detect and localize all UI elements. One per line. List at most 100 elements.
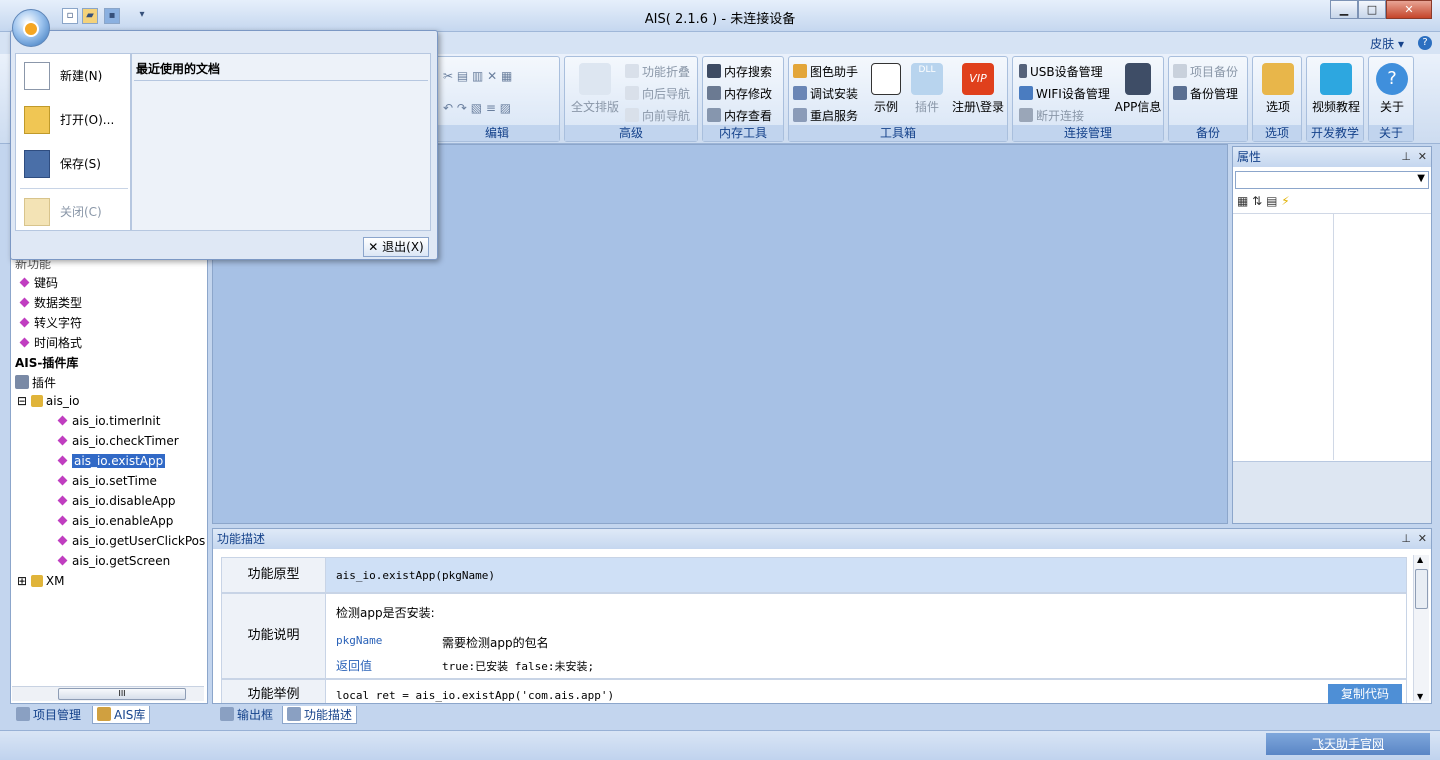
plugin-node-icon <box>30 395 43 407</box>
pin-icon[interactable]: ⊥ <box>1401 529 1411 549</box>
memory-modify-button[interactable]: 内存修改 <box>707 85 772 102</box>
desc-vertical-scrollbar[interactable]: ▲ ▼ <box>1413 555 1429 701</box>
memory-modify-icon <box>707 86 721 100</box>
diamond-icon <box>57 455 68 466</box>
pin-icon[interactable]: ⊥ <box>1401 147 1411 167</box>
debug-install-button[interactable]: 调试安装 <box>793 85 858 102</box>
explain-row: 功能说明 检测app是否安装: pkgName 需要检测app的包名 返回值 t… <box>221 593 1407 679</box>
tree-item[interactable]: ais_io.checkTimer <box>57 434 179 448</box>
scroll-down-icon[interactable]: ▼ <box>1417 692 1423 701</box>
video-tutorial-button[interactable]: 视频教程 <box>1309 63 1363 115</box>
status-bar: 飞天助手官网 <box>0 730 1440 760</box>
sort-az-icon[interactable]: ⇅ <box>1252 194 1262 208</box>
expand-icon[interactable]: ⊞ <box>17 574 27 588</box>
tree-item-ais-io[interactable]: ⊟ ais_io <box>17 394 80 408</box>
menu-open[interactable]: 打开(O)... <box>20 100 130 140</box>
example-button[interactable]: 示例 <box>867 63 905 115</box>
about-question-icon: ? <box>1376 63 1408 95</box>
events-icon[interactable]: ⚡ <box>1281 194 1289 208</box>
app-info-button[interactable]: APP信息 <box>1113 63 1163 115</box>
close-folder-icon <box>24 198 50 226</box>
property-grid[interactable] <box>1233 213 1431 460</box>
group-about-label: 关于 <box>1369 125 1413 141</box>
about-button[interactable]: ? 关于 <box>1371 63 1413 115</box>
disconnect-button[interactable]: 断开连接 <box>1019 107 1084 124</box>
tree-item[interactable]: 转义字符 <box>19 314 82 331</box>
memory-search-button[interactable]: 内存搜索 <box>707 63 772 80</box>
explain-text: 检测app是否安装: <box>336 606 435 620</box>
tree-item[interactable]: ais_io.disableApp <box>57 494 176 508</box>
restart-service-button[interactable]: 重启服务 <box>793 107 858 124</box>
property-pages-icon[interactable]: ▤ <box>1266 194 1277 208</box>
property-object-select[interactable]: ▼ <box>1235 171 1429 189</box>
diamond-icon <box>19 317 30 328</box>
dll-icon: DLL <box>911 63 943 95</box>
diamond-icon <box>57 435 68 446</box>
exit-button[interactable]: ✕ 退出(X) <box>363 237 429 257</box>
edit-tools-icons-2[interactable]: ↶ ↷ ▧ ≡ ▨ <box>443 101 511 115</box>
minimize-button[interactable]: ▁ <box>1330 0 1358 19</box>
collapse-icon[interactable]: ⊟ <box>17 394 27 408</box>
output-tab-icon <box>220 707 234 721</box>
tree-item[interactable]: 时间格式 <box>19 334 82 351</box>
menu-close[interactable]: 关闭(C) <box>20 192 130 232</box>
vip-login-button[interactable]: VIP 注册\登录 <box>949 63 1007 115</box>
color-helper-button[interactable]: 图色助手 <box>793 63 858 80</box>
recent-divider <box>134 80 428 81</box>
property-toolbar[interactable]: ▦ ⇅ ▤ ⚡ <box>1237 194 1290 208</box>
tab-output[interactable]: 输出框 <box>216 706 277 724</box>
tree-item-xm[interactable]: ⊞ XM <box>17 574 64 588</box>
edit-tools-icons[interactable]: ✂ ▤ ▥ ✕ ▦ <box>443 69 512 83</box>
wifi-icon <box>1019 86 1033 100</box>
panel-close-icon[interactable]: ✕ <box>1418 529 1427 549</box>
group-dev-teach: 视频教程 开发教学 <box>1306 56 1364 142</box>
tab-project-manage[interactable]: 项目管理 <box>12 706 85 724</box>
orb-logo-icon <box>23 21 39 37</box>
group-toolbox-label: 工具箱 <box>789 125 1007 141</box>
categorized-icon[interactable]: ▦ <box>1237 194 1248 208</box>
wifi-manage-button[interactable]: WIFI设备管理 <box>1019 85 1110 102</box>
plugin-folder-icon <box>15 375 29 389</box>
tab-func-desc[interactable]: 功能描述 <box>282 706 358 724</box>
tree-item-plugin-root[interactable]: 插件 <box>15 374 56 391</box>
tree-item-selected[interactable]: ais_io.existApp <box>57 454 166 468</box>
options-button[interactable]: 选项 <box>1257 63 1299 115</box>
tree-item[interactable]: ais_io.timerInit <box>57 414 160 428</box>
tree-item[interactable]: ais_io.setTime <box>57 474 157 488</box>
plugin-button[interactable]: DLL 插件 <box>909 63 945 115</box>
copy-code-button[interactable]: 复制代码 <box>1328 684 1402 704</box>
full-sort-button[interactable]: 全文排版 <box>569 63 621 115</box>
tab-ais-lib[interactable]: AIS库 <box>92 706 151 724</box>
plugin-lib-heading: AIS-插件库 <box>15 356 79 370</box>
menu-new[interactable]: 新建(N) <box>20 56 130 96</box>
tree-horizontal-scrollbar[interactable]: III <box>12 686 204 701</box>
tree-item[interactable]: 数据类型 <box>19 294 82 311</box>
tree-item[interactable]: ais_io.getScreen <box>57 554 170 568</box>
tree-item[interactable]: ais_io.getUserClickPos <box>57 534 205 548</box>
memory-view-button[interactable]: 内存查看 <box>707 107 772 124</box>
menu-save[interactable]: 保存(S) <box>20 144 130 184</box>
official-site-link[interactable]: 飞天助手官网 <box>1266 733 1430 755</box>
tree-item[interactable]: 键码 <box>19 274 58 291</box>
help-icon[interactable]: ? <box>1418 36 1432 50</box>
diamond-icon <box>19 337 30 348</box>
tree-item[interactable]: ais_io.enableApp <box>57 514 173 528</box>
fold-button[interactable]: 功能折叠 <box>625 63 690 80</box>
back-nav-button[interactable]: 向后导航 <box>625 85 690 102</box>
usb-manage-button[interactable]: USB设备管理 <box>1019 63 1103 80</box>
scroll-up-icon[interactable]: ▲ <box>1417 555 1423 564</box>
scroll-thumb[interactable] <box>1415 569 1428 609</box>
backup-manage-button[interactable]: 备份管理 <box>1173 85 1238 102</box>
open-folder-icon <box>24 106 50 134</box>
skin-menu[interactable]: 皮肤 ▾ <box>1370 35 1404 52</box>
desc-tab-icon <box>287 707 301 721</box>
fwd-nav-button[interactable]: 向前导航 <box>625 107 690 124</box>
close-button[interactable]: ✕ <box>1386 0 1432 19</box>
recent-documents-title: 最近使用的文档 <box>136 62 221 76</box>
scroll-thumb[interactable]: III <box>58 688 186 700</box>
return-desc: true:已安装 false:未安装; <box>442 660 595 673</box>
app-orb-button[interactable] <box>12 9 50 47</box>
maximize-button[interactable]: □ <box>1358 0 1386 19</box>
panel-close-icon[interactable]: ✕ <box>1418 147 1427 167</box>
project-backup-button[interactable]: 项目备份 <box>1173 63 1238 80</box>
